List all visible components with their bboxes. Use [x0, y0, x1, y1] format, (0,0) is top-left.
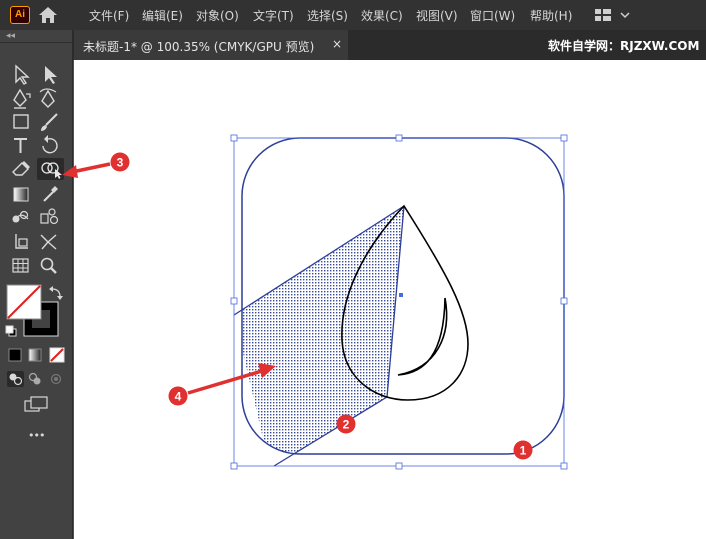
annotation-arrow-3: [62, 162, 111, 178]
annotation-badge-4: 4: [168, 386, 188, 406]
svg-text:4: 4: [175, 390, 182, 404]
svg-text:1: 1: [520, 444, 527, 458]
artwork-svg: 1 2 3 4: [62, 134, 568, 470]
svg-text:3: 3: [117, 156, 124, 170]
annotation-badge-1: 1: [513, 440, 533, 460]
selection-center-point: [399, 293, 403, 297]
annotation-badge-2: 2: [336, 414, 356, 434]
svg-text:2: 2: [343, 418, 350, 432]
annotation-badge-3: 3: [110, 152, 130, 172]
selected-fill-region[interactable]: [234, 206, 404, 468]
